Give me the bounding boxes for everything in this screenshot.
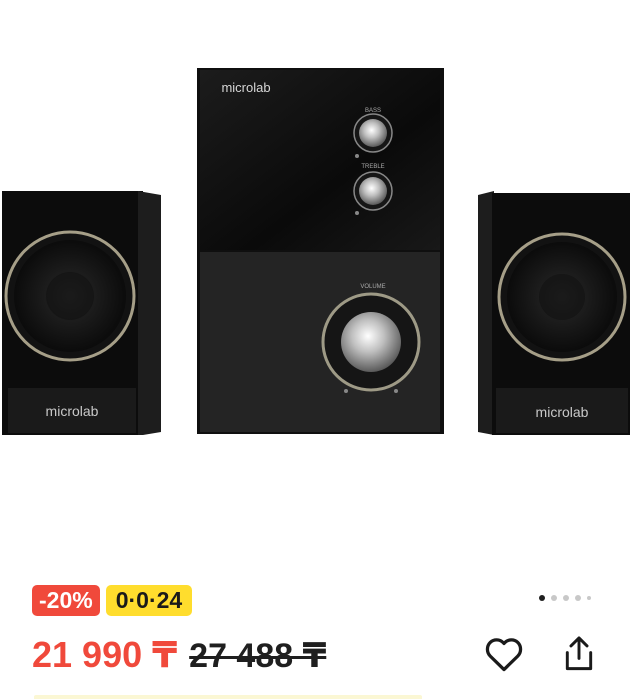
- volume-label: VOLUME: [360, 284, 385, 290]
- discount-badge: -20%: [32, 585, 100, 616]
- share-icon: [565, 636, 593, 671]
- share-button[interactable]: [557, 632, 601, 676]
- left-speaker-brand: microlab: [46, 403, 99, 419]
- current-price: 21 990 ₸: [32, 634, 178, 675]
- treble-label: TREBLE: [361, 164, 384, 170]
- old-price: 27 488 ₸: [189, 637, 327, 675]
- pagination-dot-5[interactable]: [587, 596, 591, 600]
- gallery-pagination[interactable]: [539, 595, 591, 601]
- product-image-gallery[interactable]: microlab microlab BASS TREBLE VOLUME mic…: [0, 0, 632, 560]
- pagination-dot-2[interactable]: [551, 595, 557, 601]
- subwoofer: microlab BASS TREBLE VOLUME: [197, 68, 444, 434]
- subwoofer-brand: microlab: [221, 80, 270, 95]
- next-section-edge: [34, 695, 422, 699]
- price-row: 21 990 ₸ 27 488 ₸: [32, 634, 326, 676]
- bass-label: BASS: [365, 108, 381, 114]
- promo-badges: -20% 0·0·24: [32, 585, 193, 616]
- right-speaker-brand: microlab: [536, 404, 589, 420]
- right-speaker: microlab: [478, 191, 630, 435]
- heart-icon: [485, 638, 523, 672]
- pagination-dot-4[interactable]: [575, 595, 581, 601]
- pagination-dot-3[interactable]: [563, 595, 569, 601]
- pagination-dot-1[interactable]: [539, 595, 545, 601]
- left-speaker: microlab: [2, 191, 161, 435]
- product-image: microlab microlab BASS TREBLE VOLUME mic…: [2, 68, 630, 435]
- countdown-timer-badge: 0·0·24: [105, 585, 193, 616]
- favorite-button[interactable]: [482, 632, 526, 676]
